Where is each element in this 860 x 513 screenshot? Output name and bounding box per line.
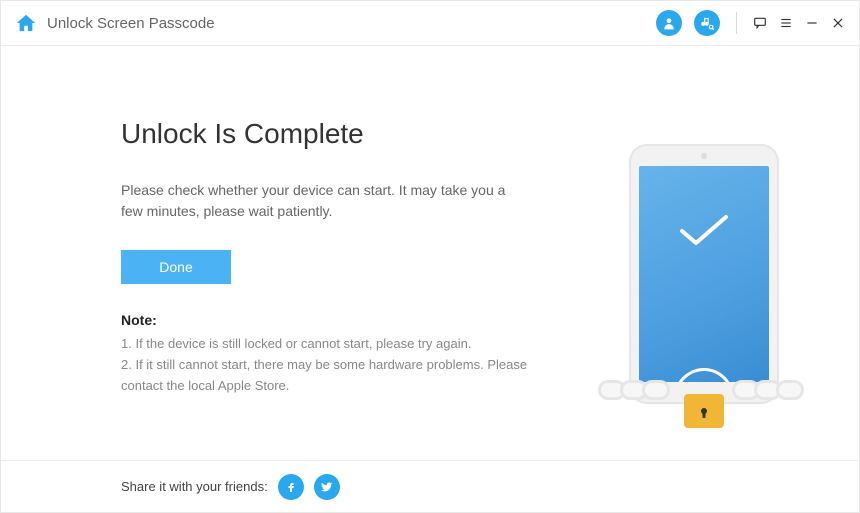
header-actions <box>656 10 845 36</box>
note-list: 1. If the device is still locked or cann… <box>121 334 531 396</box>
titlebar: Unlock Screen Passcode <box>1 1 859 46</box>
done-button[interactable]: Done <box>121 250 231 284</box>
menu-icon[interactable] <box>779 15 793 31</box>
note-item: 2. If it still cannot start, there may b… <box>121 355 531 397</box>
close-icon[interactable] <box>831 16 845 30</box>
footer: Share it with your friends: <box>1 460 859 512</box>
arc-decoration <box>663 357 745 382</box>
window-title: Unlock Screen Passcode <box>47 15 215 32</box>
checkmark-icon <box>674 211 734 251</box>
lock-icon <box>684 394 724 428</box>
feedback-icon[interactable] <box>753 15 767 31</box>
twitter-icon[interactable] <box>314 474 340 500</box>
home-icon[interactable] <box>15 13 37 33</box>
music-search-icon[interactable] <box>694 10 720 36</box>
description-text: Please check whether your device can sta… <box>121 180 511 222</box>
phone-screen <box>639 166 769 382</box>
facebook-icon[interactable] <box>278 474 304 500</box>
device-illustration <box>609 144 799 444</box>
account-icon[interactable] <box>656 10 682 36</box>
main-content: Unlock Is Complete Please check whether … <box>1 46 859 460</box>
divider <box>736 12 737 34</box>
minimize-icon[interactable] <box>805 16 819 30</box>
share-label: Share it with your friends: <box>121 479 268 494</box>
phone-graphic <box>629 144 779 404</box>
note-item: 1. If the device is still locked or cann… <box>121 334 531 355</box>
